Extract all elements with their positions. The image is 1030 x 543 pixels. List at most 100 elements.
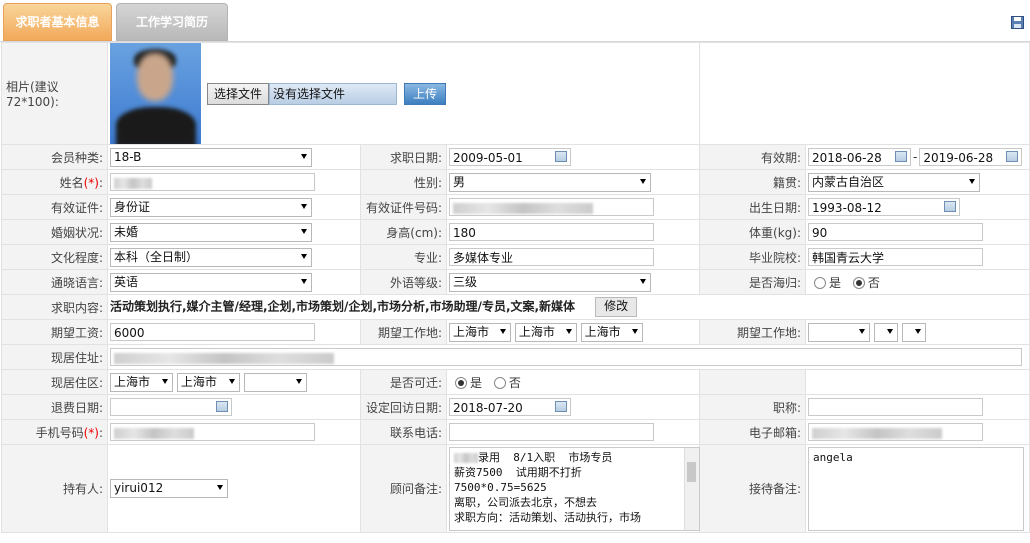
birth-date-input[interactable]: 1993-08-12 — [808, 198, 961, 216]
tab-bar: 求职者基本信息 工作学习简历 — [0, 0, 1030, 42]
school-label: 毕业院校: — [699, 244, 807, 270]
major-label: 专业: — [360, 244, 447, 270]
overseas-no-label: 否 — [867, 275, 880, 290]
id-number-label: 有效证件号码: — [360, 194, 447, 220]
photo-label: 相片(建议72*100): — [1, 42, 108, 145]
gender-label: 性别: — [360, 169, 447, 195]
validity-label: 有效期: — [699, 144, 807, 170]
email-label: 电子邮箱: — [699, 419, 807, 445]
calendar-icon[interactable] — [555, 151, 567, 162]
visit-date-label: 设定回访日期: — [360, 394, 447, 420]
marital-select[interactable]: 未婚 — [110, 222, 312, 242]
textarea-scrollbar[interactable] — [684, 448, 699, 530]
photo-cell: 选择文件 没有选择文件 上传 — [106, 42, 701, 145]
note-line: 录用 8/1入职 市场专员 — [454, 450, 695, 465]
note-line: 求职方向：活动策划、活动执行，市场 — [454, 511, 641, 524]
phone-label: 联系电话: — [360, 419, 447, 445]
file-name-field: 没有选择文件 — [269, 82, 398, 105]
area-city-select[interactable]: 上海市 — [176, 372, 240, 392]
language-level-select[interactable]: 三级 — [449, 272, 651, 292]
salary-label: 期望工资: — [1, 319, 108, 345]
work-place-label: 期望工作地: — [360, 319, 447, 345]
calendar-icon[interactable] — [555, 401, 567, 412]
work-place-province-select[interactable]: 上海市 — [449, 322, 511, 342]
upload-button[interactable]: 上传 — [404, 82, 447, 105]
work-place-city-select[interactable]: 上海市 — [514, 322, 577, 342]
language-level-label: 外语等级: — [360, 269, 447, 295]
overseas-yes-label: 是 — [829, 275, 842, 290]
validity-to-input[interactable]: 2019-06-28 — [919, 148, 1023, 166]
id-type-select[interactable]: 身份证 — [110, 197, 312, 217]
work-place2-city-select[interactable] — [873, 322, 898, 342]
job-content-value: 活动策划执行,媒介主管/经理,企划,市场策划/企划,市场分析,市场助理/专员,文… — [110, 299, 576, 314]
photo-avatar — [110, 43, 201, 144]
salary-input[interactable]: 6000 — [110, 323, 315, 341]
major-input[interactable]: 多媒体专业 — [449, 248, 654, 266]
name-input[interactable] — [110, 173, 315, 191]
job-date-input[interactable]: 2009-05-01 — [449, 148, 571, 166]
holder-select[interactable]: yirui012 — [110, 479, 228, 498]
refund-date-label: 退费日期: — [1, 394, 108, 420]
area-empty — [805, 369, 1030, 395]
edit-job-content-button[interactable]: 修改 — [595, 297, 638, 317]
title-input[interactable] — [808, 398, 984, 416]
relocate-yes-label: 是 — [470, 375, 483, 390]
tab-basic-info[interactable]: 求职者基本信息 — [3, 3, 112, 41]
education-select[interactable]: 本科（全日制） — [110, 247, 312, 267]
relocate-no-label: 否 — [508, 375, 521, 390]
email-input[interactable] — [808, 423, 984, 441]
work-place2-province-select[interactable] — [808, 322, 871, 342]
work-place2-label: 期望工作地: — [699, 319, 807, 345]
gender-select[interactable]: 男 — [449, 172, 651, 192]
overseas-label: 是否海归: — [699, 269, 807, 295]
title-label: 职称: — [699, 394, 807, 420]
language-select[interactable]: 英语 — [110, 272, 312, 292]
reception-note-textarea[interactable]: angela — [808, 447, 1025, 531]
relocate-yes-radio[interactable] — [455, 377, 467, 389]
native-label: 籍贯: — [699, 169, 807, 195]
note-line: 薪资7500 试用期不打折 — [454, 466, 582, 479]
name-label: 姓名(*): — [1, 169, 108, 195]
reception-note-label: 接待备注: — [699, 444, 807, 533]
phone-input[interactable] — [449, 423, 654, 441]
applicant-form: 相片(建议72*100): 选择文件 没有选择文件 上传 会员种类: 18-B 求职… — [1, 42, 1030, 533]
area-province-select[interactable]: 上海市 — [110, 372, 173, 392]
choose-file-button[interactable]: 选择文件 — [207, 82, 270, 105]
holder-label: 持有人: — [1, 444, 108, 533]
overseas-no-radio[interactable] — [852, 277, 865, 289]
id-type-label: 有效证件: — [1, 194, 108, 220]
validity-from-input[interactable]: 2018-06-28 — [808, 148, 912, 166]
calendar-icon[interactable] — [1006, 151, 1019, 162]
address-input[interactable] — [110, 348, 1022, 366]
consultant-note-textarea[interactable]: 录用 8/1入职 市场专员 薪资7500 试用期不打折 7500*0.75=56… — [449, 447, 700, 531]
weight-input[interactable]: 90 — [808, 223, 984, 241]
member-type-label: 会员种类: — [1, 144, 108, 170]
save-icon[interactable] — [1011, 16, 1024, 29]
height-input[interactable]: 180 — [449, 223, 654, 241]
weight-label: 体重(kg): — [699, 219, 807, 245]
photo-empty — [699, 42, 1030, 145]
area-district-select[interactable] — [243, 372, 307, 392]
calendar-icon[interactable] — [944, 201, 957, 212]
relocate-no-radio[interactable] — [493, 377, 506, 389]
school-input[interactable]: 韩国青云大学 — [808, 248, 984, 266]
height-label: 身高(cm): — [360, 219, 447, 245]
job-date-label: 求职日期: — [360, 144, 447, 170]
marital-label: 婚姻状况: — [1, 219, 108, 245]
visit-date-input[interactable]: 2018-07-20 — [449, 398, 571, 416]
member-type-select[interactable]: 18-B — [110, 147, 312, 167]
id-number-input[interactable] — [449, 198, 654, 216]
work-place-district-select[interactable]: 上海市 — [580, 322, 643, 342]
job-content-label: 求职内容: — [1, 294, 108, 320]
refund-date-input[interactable] — [110, 398, 232, 416]
overseas-yes-radio[interactable] — [814, 277, 827, 289]
work-place2-district-select[interactable] — [901, 322, 926, 342]
tab-resume[interactable]: 工作学习简历 — [116, 3, 228, 41]
relocate-label: 是否可迁: — [360, 369, 447, 395]
native-select[interactable]: 内蒙古自治区 — [808, 172, 981, 192]
calendar-icon[interactable] — [895, 151, 908, 162]
mobile-input[interactable] — [110, 423, 315, 441]
language-label: 通晓语言: — [1, 269, 108, 295]
calendar-icon[interactable] — [216, 401, 228, 412]
reception-note-text: angela — [813, 451, 853, 464]
